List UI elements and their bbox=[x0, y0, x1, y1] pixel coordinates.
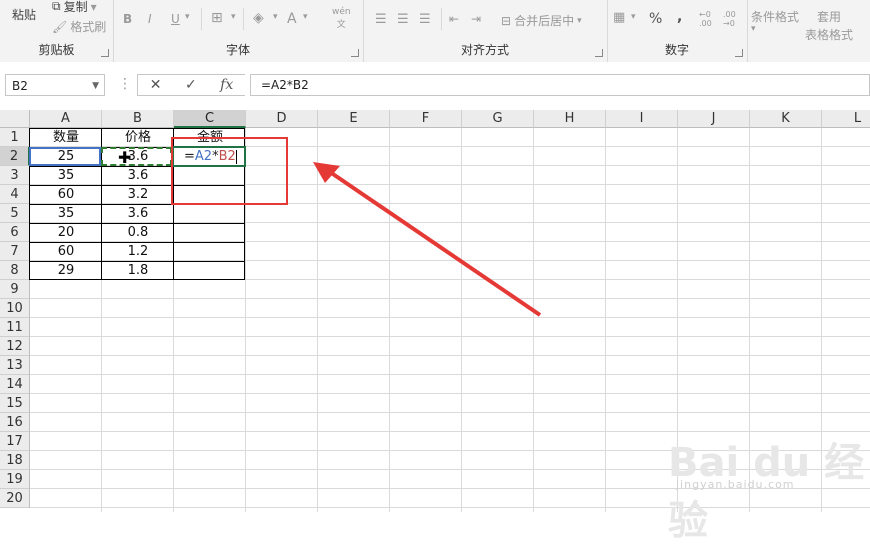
table-format-top-label: 套用 bbox=[817, 10, 842, 24]
font-launcher-icon[interactable] bbox=[351, 49, 359, 57]
separator bbox=[243, 8, 244, 30]
paste-label: 粘贴 bbox=[12, 8, 37, 22]
watermark-url: jingyan.baidu.com bbox=[676, 478, 795, 491]
alignment-group-label: 对齐方式 bbox=[460, 43, 509, 57]
conditional-format-dropdown-icon[interactable]: ▾ bbox=[751, 24, 756, 34]
number-launcher-icon[interactable] bbox=[735, 49, 743, 57]
copy-label: 复制 bbox=[63, 0, 88, 14]
insert-function-icon[interactable]: fx bbox=[220, 77, 233, 93]
align-right-icon[interactable]: ☰ bbox=[419, 12, 431, 27]
borders-icon[interactable]: ⊞ bbox=[211, 10, 223, 26]
percent-button[interactable]: % bbox=[649, 11, 662, 27]
alignment-launcher-icon[interactable] bbox=[595, 49, 603, 57]
borders-dropdown-icon[interactable]: ▾ bbox=[231, 12, 236, 22]
chevron-down-icon: ▾ bbox=[577, 15, 582, 26]
bold-button[interactable]: B bbox=[123, 12, 132, 26]
formula-buttons: ✕ ✓ fx bbox=[137, 74, 245, 96]
drag-handle-icon[interactable]: ⋮ bbox=[118, 76, 132, 92]
merge-center-label: 合并后居中 bbox=[514, 14, 575, 28]
format-painter-button[interactable]: 🖌 格式刷 bbox=[52, 18, 106, 35]
align-center-icon[interactable]: ☰ bbox=[397, 12, 409, 27]
font-color-dropdown-icon[interactable]: ▾ bbox=[303, 12, 308, 22]
clipboard-group-label: 剪贴板 bbox=[38, 43, 75, 57]
cancel-icon[interactable]: ✕ bbox=[150, 77, 162, 93]
phonetic-bottom-label: 文 bbox=[336, 20, 346, 30]
font-group-label: 字体 bbox=[225, 43, 250, 57]
ribbon: 粘贴 ⧉ 复制 ▾ 🖌 格式刷 剪贴板 B I U ▾ ⊞ ▾ ◈ ▾ A ▾ … bbox=[0, 0, 870, 63]
styles-group: 条件格式 ▾ 套用 表格格式 bbox=[747, 0, 870, 62]
formula-input[interactable]: =A2*B2 bbox=[250, 74, 870, 96]
separator bbox=[441, 8, 442, 30]
phonetic-button[interactable]: wén 文 bbox=[332, 7, 351, 30]
formula-bar: B2 ▼ ⋮ ✕ ✓ fx =A2*B2 bbox=[0, 62, 870, 111]
clipboard-group: 粘贴 ⧉ 复制 ▾ 🖌 格式刷 剪贴板 bbox=[0, 0, 114, 62]
accounting-format-icon[interactable]: ▦ bbox=[613, 10, 625, 25]
number-group: ▦ ▾ % , ←0.00 .00 →0 数字 bbox=[607, 0, 748, 62]
arrow-shaft bbox=[328, 170, 542, 317]
conditional-format-label: 条件格式 bbox=[751, 10, 800, 24]
arrow-head bbox=[313, 162, 340, 183]
decrease-indent-icon[interactable]: ⇤ bbox=[449, 12, 459, 26]
underline-button[interactable]: U bbox=[171, 12, 180, 26]
paste-button[interactable]: 粘贴 bbox=[12, 6, 36, 23]
font-group: B I U ▾ ⊞ ▾ ◈ ▾ A ▾ wén 文 字体 bbox=[113, 0, 364, 62]
number-group-label: 数字 bbox=[664, 43, 689, 57]
name-box[interactable]: B2 ▼ bbox=[5, 74, 105, 96]
comma-button[interactable]: , bbox=[677, 9, 682, 25]
italic-button[interactable]: I bbox=[148, 12, 152, 26]
increase-indent-icon[interactable]: ⇥ bbox=[471, 12, 481, 26]
merge-icon: ⊟ bbox=[501, 13, 512, 28]
table-format-button[interactable]: 套用 表格格式 bbox=[805, 8, 853, 43]
copy-icon: ⧉ bbox=[52, 0, 61, 13]
underline-dropdown-icon[interactable]: ▾ bbox=[185, 12, 190, 22]
enter-icon[interactable]: ✓ bbox=[185, 77, 197, 93]
decrease-decimal-icon[interactable]: .00 →0 bbox=[723, 10, 736, 28]
separator bbox=[201, 8, 202, 30]
clipboard-launcher-icon[interactable] bbox=[101, 49, 109, 57]
brush-icon: 🖌 bbox=[52, 19, 68, 34]
table-format-bottom-label: 表格格式 bbox=[805, 28, 854, 42]
phonetic-top-label: wén bbox=[332, 7, 351, 17]
align-left-icon[interactable]: ☰ bbox=[375, 12, 387, 27]
name-box-value: B2 bbox=[12, 79, 28, 93]
copy-button[interactable]: ⧉ 复制 ▾ bbox=[52, 0, 97, 15]
alignment-group: ☰ ☰ ☰ ⇤ ⇥ ⊟ 合并后居中 ▾ 对齐方式 bbox=[363, 0, 608, 62]
format-painter-label: 格式刷 bbox=[70, 20, 107, 34]
chevron-down-icon: ▾ bbox=[90, 0, 97, 14]
conditional-format-button[interactable]: 条件格式 bbox=[751, 8, 799, 25]
accounting-dropdown-icon[interactable]: ▾ bbox=[631, 12, 636, 22]
increase-decimal-icon[interactable]: ←0.00 bbox=[699, 10, 712, 28]
merge-center-button[interactable]: ⊟ 合并后居中 ▾ bbox=[501, 12, 582, 29]
fill-dropdown-icon[interactable]: ▾ bbox=[273, 12, 278, 22]
chevron-down-icon[interactable]: ▼ bbox=[92, 75, 99, 97]
font-color-button[interactable]: A bbox=[287, 11, 297, 27]
fill-color-icon[interactable]: ◈ bbox=[253, 10, 264, 26]
